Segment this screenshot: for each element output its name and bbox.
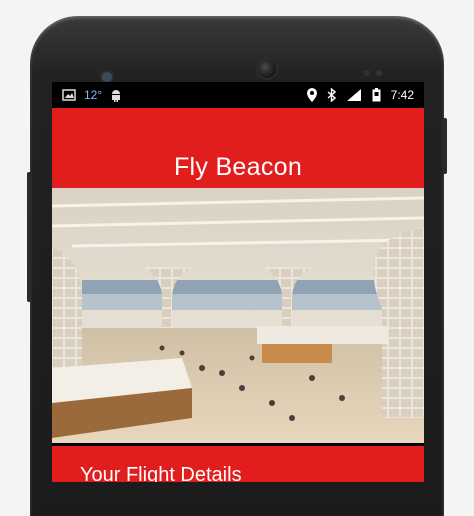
- section-title: Your Flight Details: [80, 464, 242, 482]
- image-icon: [62, 89, 76, 101]
- light-sensor: [376, 70, 382, 76]
- android-icon: [110, 88, 122, 102]
- location-icon: [306, 88, 317, 102]
- front-speaker: [102, 72, 112, 82]
- app-title: Fly Beacon: [173, 153, 303, 181]
- battery-icon: [372, 88, 381, 102]
- clock-time: 7:42: [390, 88, 414, 102]
- power-button: [442, 118, 447, 174]
- app-bar: Fly Beacon: [52, 108, 424, 188]
- volume-button: [27, 172, 31, 302]
- status-bar: 12° 7:42: [52, 82, 424, 108]
- bluetooth-icon: [327, 88, 336, 102]
- temperature-label: 12°: [84, 88, 103, 102]
- signal-icon: [346, 88, 362, 102]
- phone-screen: 12° 7:42 Fly Beacon Your Flight Details: [52, 82, 424, 482]
- front-camera: [258, 60, 276, 78]
- flight-details-section[interactable]: Your Flight Details: [52, 446, 424, 482]
- proximity-sensor: [364, 70, 370, 76]
- airport-terminal-image: [52, 188, 424, 443]
